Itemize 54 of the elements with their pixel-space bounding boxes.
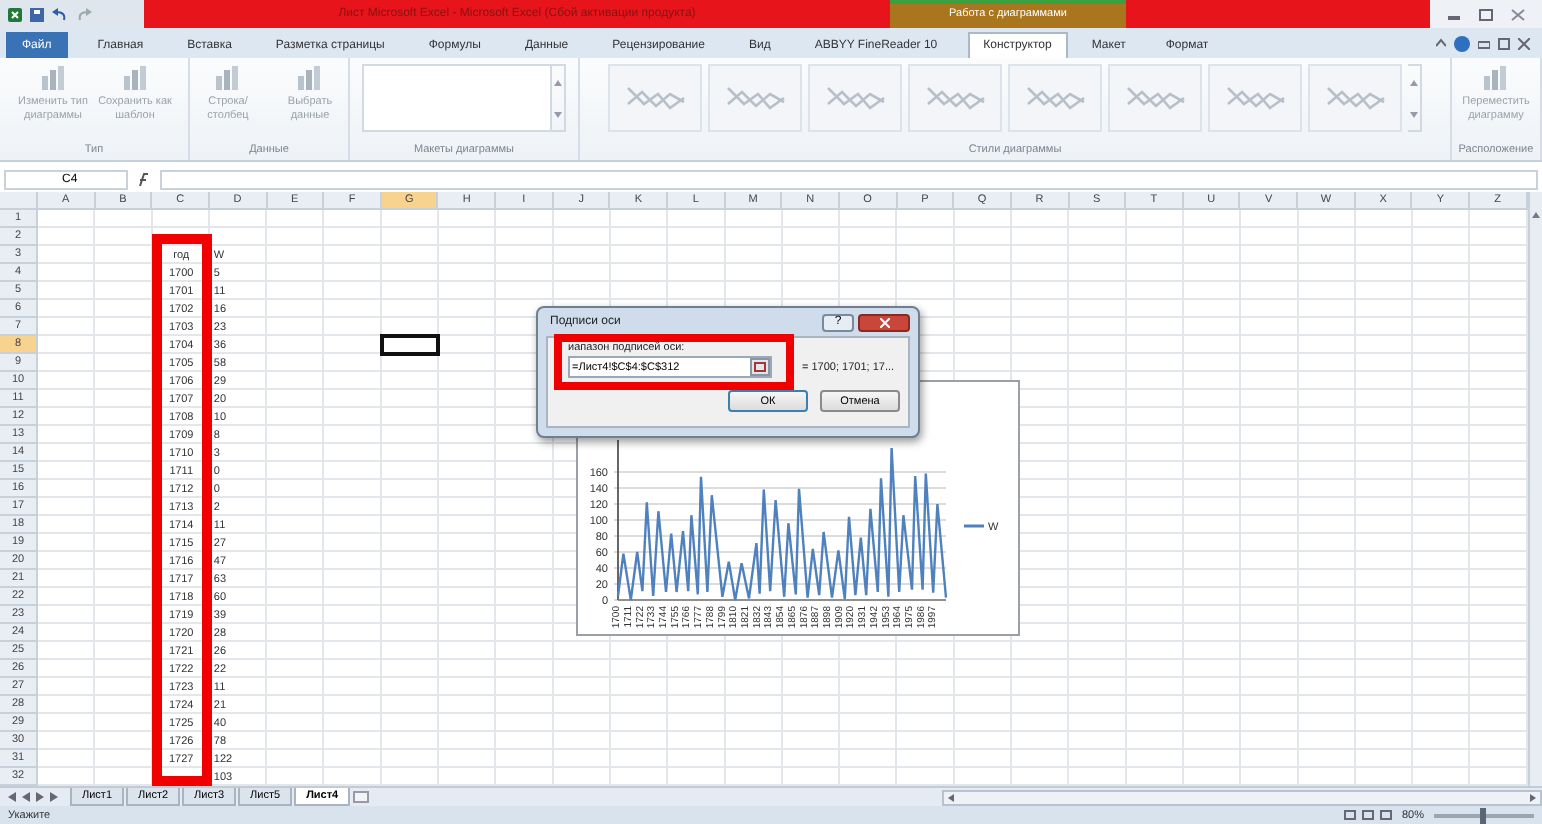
chart-style-button[interactable] bbox=[1308, 64, 1402, 132]
excel-logo-icon bbox=[8, 7, 22, 21]
chart-style-button[interactable] bbox=[708, 64, 802, 132]
chart-style-button[interactable] bbox=[608, 64, 702, 132]
chart-icon bbox=[296, 64, 324, 92]
formula-field[interactable] bbox=[160, 170, 1538, 190]
line-chart-icon bbox=[825, 84, 885, 112]
vertical-scrollbar[interactable] bbox=[1528, 192, 1542, 786]
chart-icon bbox=[39, 64, 67, 92]
chart-style-button[interactable] bbox=[1108, 64, 1202, 132]
selected-cell[interactable] bbox=[379, 334, 441, 356]
restore-icon bbox=[1498, 37, 1510, 49]
legend-line bbox=[964, 524, 984, 528]
gallery-scrollbar[interactable] bbox=[1408, 64, 1422, 132]
down-arrow-icon bbox=[1410, 111, 1418, 117]
close-button[interactable] bbox=[858, 313, 910, 331]
up-arrow-icon bbox=[1410, 79, 1418, 85]
new-sheet-icon bbox=[352, 790, 371, 804]
line-chart-icon bbox=[1225, 84, 1285, 112]
chart-icon bbox=[214, 64, 242, 92]
up-arrow-icon bbox=[554, 79, 562, 85]
caret-icon bbox=[1436, 38, 1446, 48]
chart-style-button[interactable] bbox=[808, 64, 902, 132]
close-icon bbox=[1518, 37, 1530, 49]
chart-style-button[interactable] bbox=[908, 64, 1002, 132]
close-icon bbox=[1510, 7, 1526, 21]
chart-icon bbox=[121, 64, 149, 92]
fx-icon bbox=[136, 172, 152, 188]
line-chart-icon bbox=[725, 84, 785, 112]
save-icon bbox=[30, 7, 44, 21]
line-chart-icon bbox=[1025, 84, 1085, 112]
undo-icon bbox=[52, 7, 68, 21]
collapse-button[interactable] bbox=[750, 358, 770, 376]
select-all-button[interactable] bbox=[0, 192, 38, 210]
right-arrow-icon bbox=[1530, 793, 1536, 801]
gallery-scrollbar[interactable] bbox=[552, 64, 566, 132]
horizontal-scrollbar[interactable] bbox=[942, 789, 1542, 805]
slider-thumb[interactable] bbox=[1479, 807, 1485, 823]
line-chart-icon bbox=[925, 84, 985, 112]
line-chart-icon bbox=[625, 84, 685, 112]
redo-icon bbox=[76, 7, 92, 21]
close-icon bbox=[879, 317, 889, 327]
help-icon bbox=[1454, 35, 1470, 51]
line-chart-icon bbox=[1125, 84, 1185, 112]
down-arrow-icon bbox=[554, 111, 562, 117]
layout-gallery[interactable] bbox=[362, 64, 552, 132]
left-arrow-icon bbox=[948, 793, 954, 801]
minimize-icon bbox=[1478, 37, 1490, 49]
chart-style-button[interactable] bbox=[1208, 64, 1302, 132]
chart-icon bbox=[1482, 64, 1510, 92]
up-arrow-icon bbox=[1532, 212, 1540, 218]
chart-style-button[interactable] bbox=[1008, 64, 1102, 132]
range-icon bbox=[754, 362, 766, 372]
line-chart-icon bbox=[1325, 84, 1385, 112]
